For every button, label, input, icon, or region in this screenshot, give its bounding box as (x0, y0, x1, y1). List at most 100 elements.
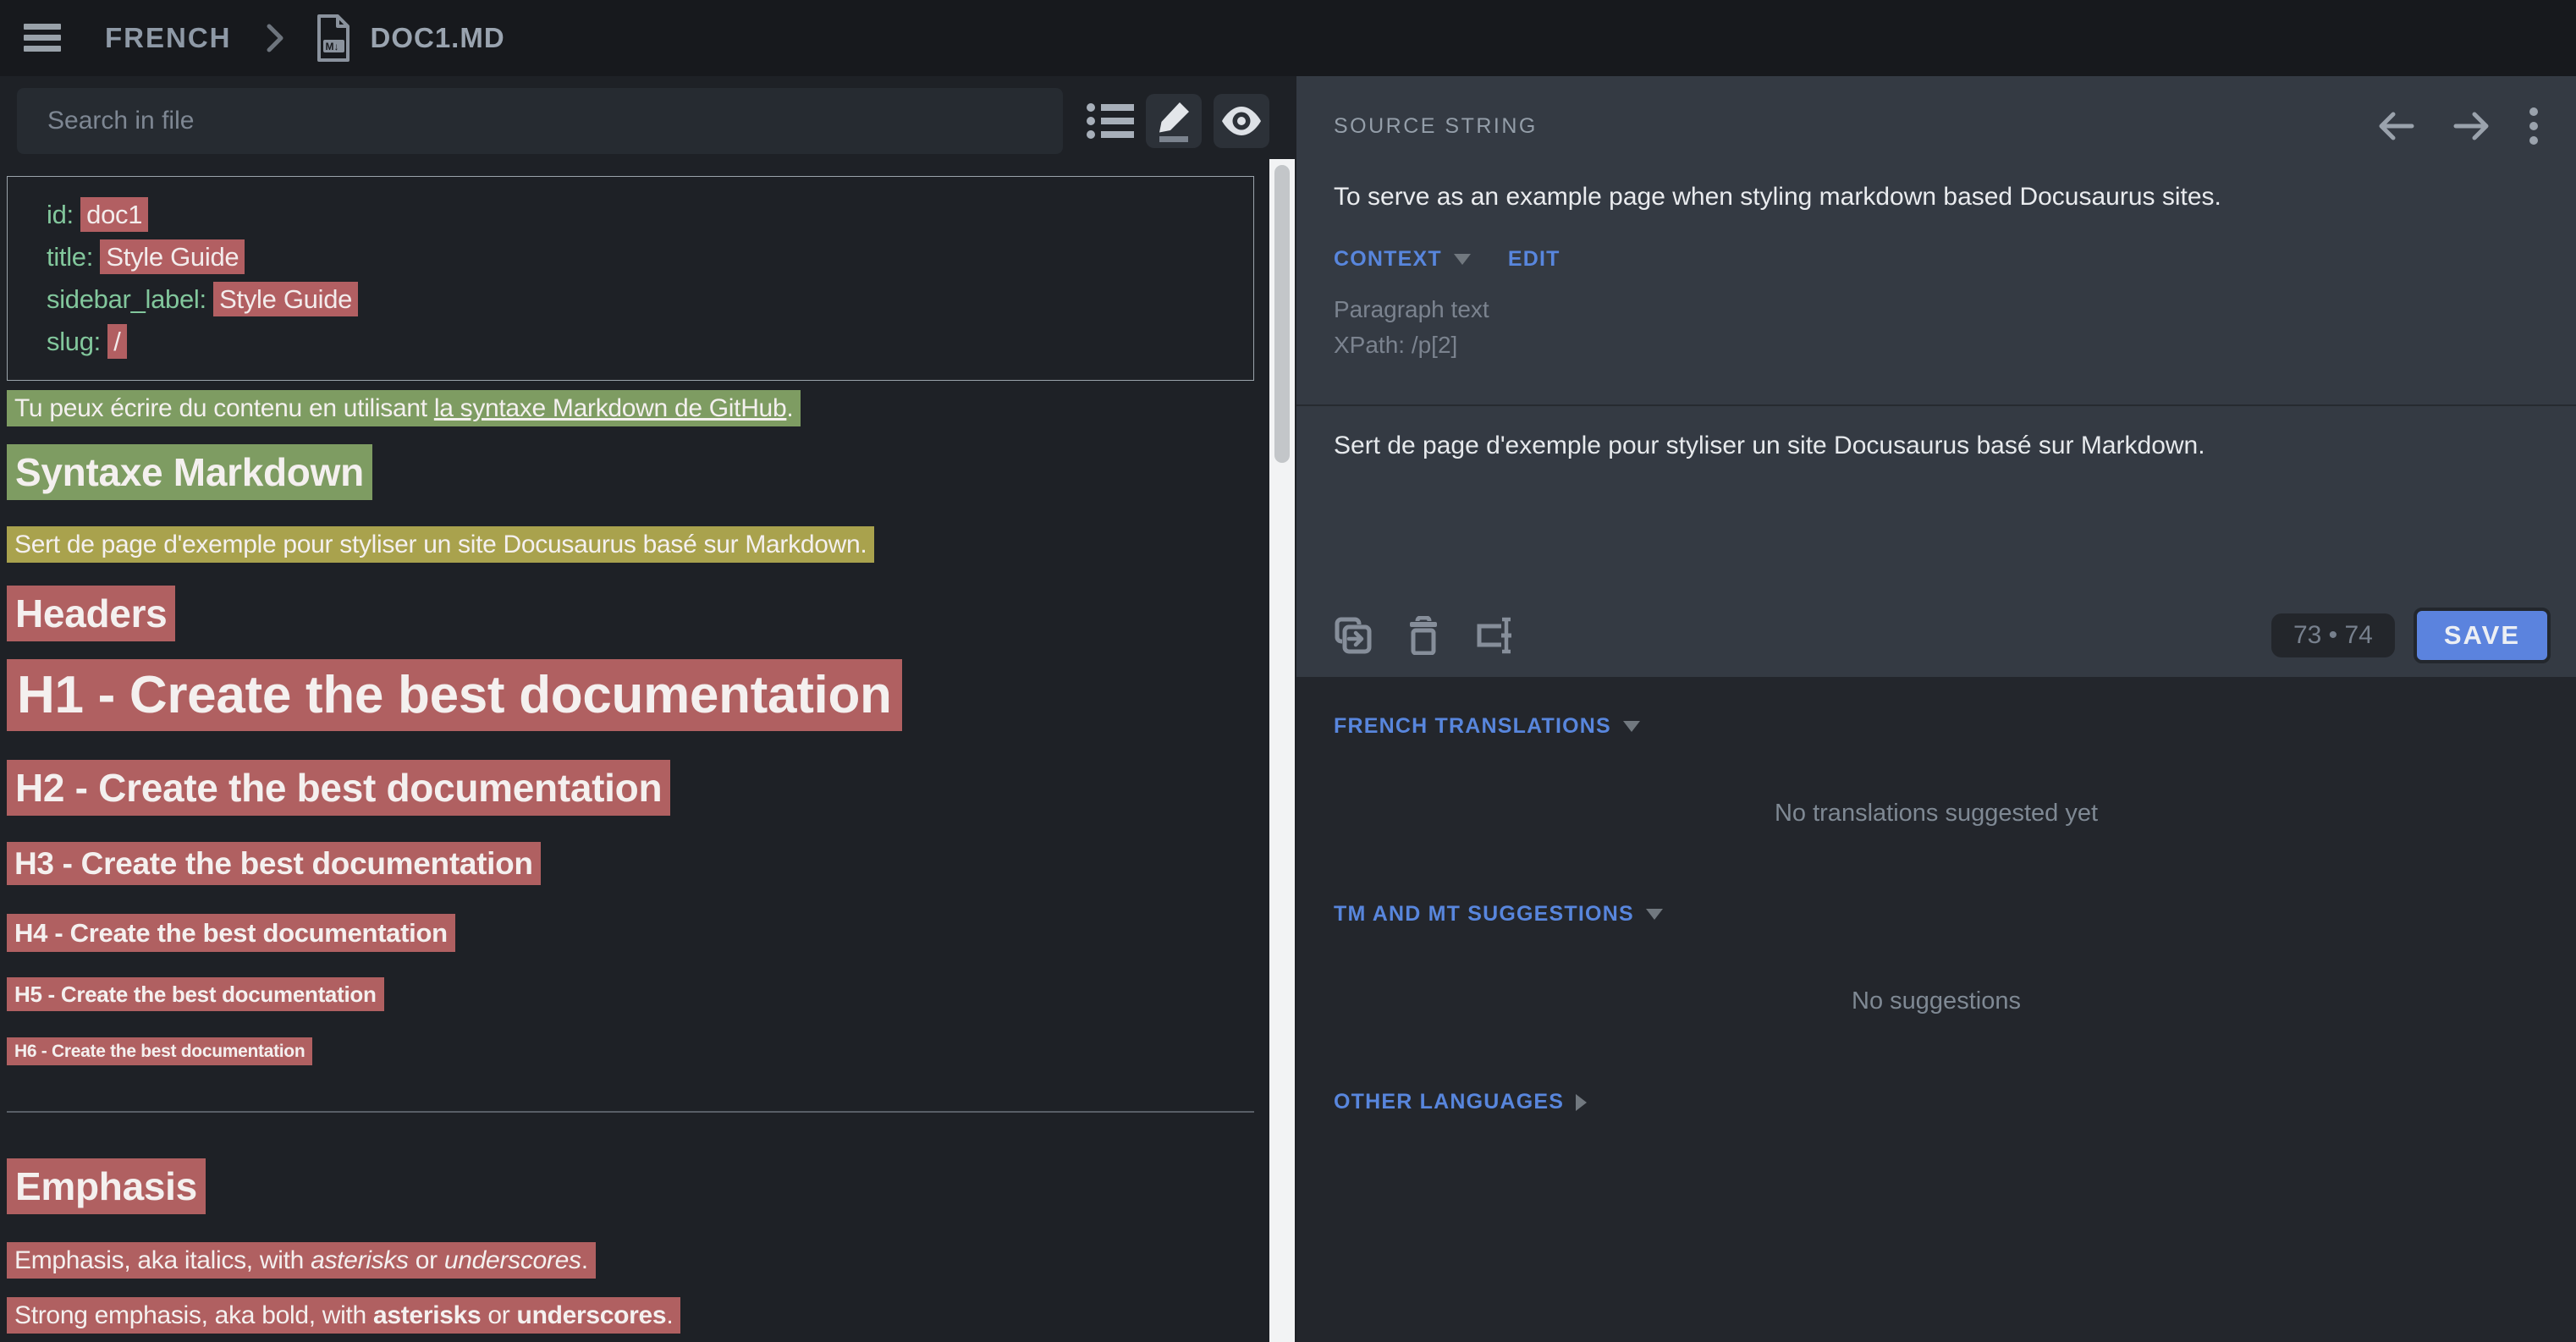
yaml-key: title: (47, 242, 100, 272)
text-part: Strong emphasis, aka bold, with (14, 1301, 373, 1329)
tm-mt-suggestions-toggle[interactable]: TM AND MT SUGGESTIONS (1334, 902, 1634, 927)
yaml-key: id: (47, 200, 80, 229)
previous-string-button[interactable] (2376, 109, 2415, 143)
text-part: or (481, 1301, 516, 1329)
translation-string-untranslated[interactable]: H2 - Create the best documentation (7, 760, 670, 816)
edit-mode-icon (1155, 99, 1192, 143)
frontmatter-line: slug: / (47, 321, 1236, 363)
bold-part: asterisks (373, 1301, 481, 1329)
translation-panel: SOURCE STRING To serve as an example pag… (1296, 76, 2576, 1342)
tm-empty-message: No suggestions (1334, 987, 2539, 1015)
heading-h3: H3 - Create the best documentation (7, 843, 1296, 885)
context-edit-button[interactable]: EDIT (1508, 247, 1560, 272)
chevron-right-icon (266, 22, 284, 54)
translation-string[interactable]: Style Guide (213, 282, 358, 316)
context-toggle[interactable]: CONTEXT (1334, 247, 1442, 272)
yaml-key: slug: (47, 327, 107, 356)
delete-translation-button[interactable] (1406, 616, 1440, 655)
translation-editor-panel: Sert de page d'exemple pour styliser un … (1296, 406, 2576, 677)
chevron-down-icon (1623, 721, 1640, 732)
file-preview-panel: id: doc1 title: Style Guide sidebar_labe… (0, 76, 1296, 1342)
context-type: Paragraph text (1334, 292, 2539, 327)
translation-string-untranslated[interactable]: H6 - Create the best documentation (7, 1037, 312, 1065)
more-options-button[interactable] (2529, 107, 2539, 146)
translation-string-untranslated[interactable]: H4 - Create the best documentation (7, 914, 455, 952)
scrollbar-track[interactable] (1269, 159, 1295, 1342)
text-part: . (786, 394, 793, 422)
italic-part: asterisks (311, 1246, 409, 1274)
translation-string-untranslated[interactable]: H5 - Create the best documentation (7, 977, 384, 1011)
chevron-down-icon (1646, 909, 1663, 920)
breadcrumb-file: DOC1.MD (371, 22, 505, 54)
translation-string-untranslated[interactable]: Emphasis (7, 1158, 206, 1214)
translation-string-untranslated[interactable]: H3 - Create the best documentation (7, 842, 541, 885)
edit-mode-button[interactable] (1146, 94, 1202, 148)
markdown-file-icon: M↓ (313, 14, 354, 63)
frontmatter-line: id: doc1 (47, 194, 1236, 236)
svg-text:M↓: M↓ (325, 41, 339, 52)
text-part: . (581, 1246, 588, 1274)
suggestions-sections: FRENCH TRANSLATIONS No translations sugg… (1296, 677, 2576, 1342)
select-text-button[interactable] (1474, 616, 1516, 655)
preview-icon (1219, 106, 1263, 136)
delete-icon (1406, 616, 1440, 655)
copy-source-button[interactable] (1334, 616, 1373, 655)
translation-string[interactable]: Style Guide (100, 239, 245, 274)
translations-empty-message: No translations suggested yet (1334, 800, 2539, 828)
text-part: Emphasis, aka italics, with (14, 1246, 311, 1274)
translation-string-untranslated[interactable]: Headers (7, 586, 175, 641)
source-string-label: SOURCE STRING (1334, 114, 1538, 139)
breadcrumb-project[interactable]: FRENCH (105, 22, 232, 54)
select-text-icon (1474, 616, 1516, 655)
character-count: 73 • 74 (2271, 613, 2395, 657)
paragraph-intro: Tu peux écrire du contenu en utilisant l… (7, 391, 1296, 426)
heading-headers: Headers (7, 587, 1296, 640)
arrow-left-icon (2376, 109, 2415, 143)
list-view-button[interactable] (1087, 102, 1134, 140)
translation-string[interactable]: doc1 (80, 197, 148, 232)
menu-icon[interactable] (24, 22, 63, 54)
source-string-text: To serve as an example page when styling… (1334, 183, 2539, 212)
inline-link: la syntaxe Markdown de GitHub (434, 394, 787, 422)
frontmatter-line: sidebar_label: Style Guide (47, 278, 1236, 321)
heading-h4: H4 - Create the best documentation (7, 916, 1296, 951)
translation-string[interactable]: / (107, 324, 126, 359)
text-part: . (666, 1301, 673, 1329)
heading-emphasis: Emphasis (7, 1160, 1296, 1213)
translation-string-selected[interactable]: Sert de page d'exemple pour styliser un … (7, 526, 874, 563)
next-string-button[interactable] (2452, 109, 2491, 143)
paragraph-selected: Sert de page d'exemple pour styliser un … (7, 527, 1296, 562)
french-translations-toggle[interactable]: FRENCH TRANSLATIONS (1334, 714, 1611, 739)
arrow-right-icon (2452, 109, 2491, 143)
translation-string-translated[interactable]: Syntaxe Markdown (7, 444, 372, 500)
translation-toolbar: 73 • 74 SAVE (1334, 608, 2551, 663)
bold-part: underscores (517, 1301, 667, 1329)
document-preview: id: doc1 title: Style Guide sidebar_labe… (0, 164, 1296, 1333)
translation-string-untranslated[interactable]: H1 - Create the best documentation (7, 659, 902, 731)
italic-part: underscores (444, 1246, 581, 1274)
horizontal-rule (7, 1111, 1254, 1113)
translation-string-translated[interactable]: Tu peux écrire du contenu en utilisant l… (7, 390, 801, 426)
translation-input[interactable]: Sert de page d'exemple pour styliser un … (1334, 406, 2539, 525)
chevron-right-small-icon (1576, 1094, 1587, 1111)
search-toolbar (0, 76, 1296, 164)
preview-button[interactable] (1214, 94, 1269, 148)
copy-source-icon (1334, 616, 1373, 655)
heading-syntax: Syntaxe Markdown (7, 446, 1296, 498)
text-part: Tu peux écrire du contenu en utilisant (14, 394, 434, 422)
scrollbar-thumb[interactable] (1274, 165, 1290, 463)
save-button[interactable]: SAVE (2414, 608, 2551, 663)
text-part: or (409, 1246, 444, 1274)
frontmatter-box: id: doc1 title: Style Guide sidebar_labe… (7, 176, 1254, 381)
kebab-menu-icon (2529, 107, 2539, 146)
translation-string-untranslated[interactable]: Emphasis, aka italics, with asterisks or… (7, 1242, 596, 1279)
frontmatter-line: title: Style Guide (47, 236, 1236, 278)
search-input[interactable] (17, 88, 1063, 154)
heading-h5: H5 - Create the best documentation (7, 980, 1296, 1009)
translation-string-untranslated[interactable]: Strong emphasis, aka bold, with asterisk… (7, 1297, 680, 1334)
heading-h6: H6 - Create the best documentation (7, 1040, 1296, 1064)
chevron-down-icon (1454, 254, 1471, 265)
yaml-key: sidebar_label: (47, 284, 213, 314)
heading-h1: H1 - Create the best documentation (7, 660, 1296, 731)
other-languages-toggle[interactable]: OTHER LANGUAGES (1334, 1090, 1564, 1114)
